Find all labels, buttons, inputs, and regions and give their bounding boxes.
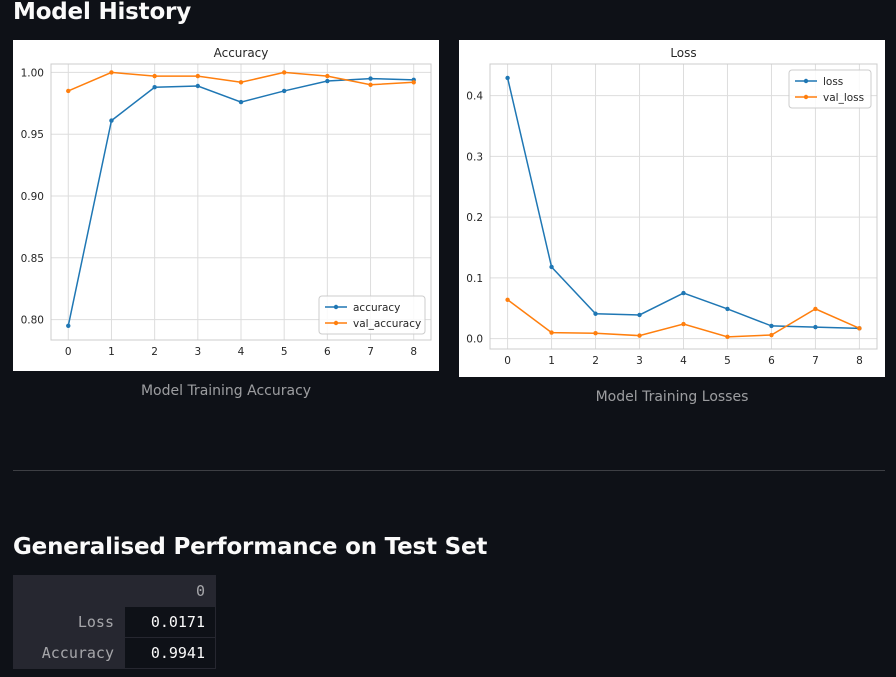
accuracy-chart-caption: Model Training Accuracy: [140, 383, 312, 399]
data-point: [813, 306, 818, 312]
y-tick-label: 0.90: [21, 191, 44, 203]
y-tick-label: 0.3: [466, 151, 483, 163]
accuracy-chart-svg: 0 1 2 3 4 5 6 7 8 0.80 0.85 0.90 0.95 1.00 Accuracy acc…: [21, 46, 432, 358]
data-point: [325, 78, 330, 84]
x-tick-label: 3: [194, 346, 201, 358]
x-tick-label: 6: [768, 355, 775, 367]
x-tick-label: 2: [151, 346, 158, 358]
legend-label: loss: [823, 76, 843, 88]
test-performance-title: Generalised Performance on Test Set: [13, 534, 488, 560]
data-point: [725, 334, 730, 340]
data-point: [505, 75, 510, 81]
data-point: [813, 324, 818, 330]
section-divider: [13, 470, 885, 471]
data-point: [725, 306, 730, 312]
legend-label: val_loss: [823, 92, 864, 104]
legend-label: accuracy: [353, 302, 400, 314]
x-tick-label: 7: [367, 346, 374, 358]
data-point: [152, 73, 157, 79]
x-tick-label: 6: [324, 346, 331, 358]
data-point: [238, 80, 244, 85]
data-point: [66, 88, 71, 94]
data-point: [195, 73, 201, 79]
data-point: [368, 82, 373, 87]
legend-label: val_accuracy: [353, 318, 421, 330]
legend-marker: [333, 320, 339, 326]
table-row: Accuracy 0.9941: [13, 637, 216, 669]
y-tick-label: 0.80: [21, 315, 44, 327]
loss-chart: 0 1 2 3 4 5 6 7 8 0.0 0.1 0.2 0.3 0.4 Loss loss val_loss: [459, 40, 885, 377]
y-tick-label: 0.95: [21, 129, 44, 141]
test-performance-table: 0 Loss 0.0171 Accuracy 0.9941: [13, 575, 216, 669]
data-point: [769, 332, 774, 338]
row-label-accuracy: Accuracy: [13, 637, 125, 669]
data-point: [769, 323, 774, 329]
table-corner-cell: [13, 575, 125, 607]
y-tick-label: 0.85: [21, 253, 44, 265]
data-point: [593, 331, 598, 336]
x-tick-label: 4: [680, 355, 687, 367]
y-tick-label: 0.4: [466, 91, 483, 103]
chart-legend: loss val_loss: [788, 69, 872, 109]
y-tick-label: 0.0: [466, 334, 483, 346]
row-label-loss: Loss: [13, 606, 125, 638]
table-row: Loss 0.0171: [13, 606, 216, 638]
data-point: [549, 264, 554, 270]
data-point: [681, 290, 686, 296]
data-point: [637, 333, 642, 338]
data-point: [238, 99, 244, 105]
data-point: [109, 118, 114, 123]
legend-marker: [803, 94, 809, 100]
y-tick-label: 1.00: [21, 67, 44, 79]
x-tick-label: 8: [410, 346, 417, 358]
data-point: [152, 85, 157, 90]
row-value-accuracy: 0.9941: [124, 637, 216, 669]
legend-marker: [333, 304, 339, 310]
model-history-title: Model History: [13, 0, 191, 25]
data-point: [681, 321, 686, 327]
data-point: [281, 70, 287, 75]
y-tick-label: 0.2: [466, 212, 483, 224]
chart-title: Loss: [670, 46, 696, 60]
data-point: [109, 70, 114, 75]
x-tick-label: 0: [504, 355, 511, 367]
x-tick-label: 5: [281, 346, 288, 358]
data-point: [505, 297, 510, 302]
data-point: [195, 83, 201, 89]
x-tick-label: 1: [108, 346, 115, 358]
data-point: [281, 88, 287, 94]
data-point: [857, 326, 862, 331]
x-tick-label: 5: [724, 355, 731, 367]
loss-chart-caption: Model Training Losses: [595, 389, 749, 405]
data-point: [549, 330, 554, 335]
row-value-loss: 0.0171: [124, 606, 216, 638]
x-tick-label: 3: [636, 355, 643, 367]
y-tick-label: 0.1: [466, 273, 483, 285]
column-header: 0: [124, 575, 216, 607]
data-point: [411, 80, 416, 85]
x-tick-label: 7: [812, 355, 819, 367]
chart-legend: accuracy val_accuracy: [318, 295, 426, 335]
accuracy-chart: 0 1 2 3 4 5 6 7 8 0.80 0.85 0.90 0.95 1.00 Accuracy acc…: [13, 40, 439, 371]
chart-title: Accuracy: [214, 46, 269, 60]
table-header-row: 0: [13, 575, 216, 607]
x-tick-label: 4: [238, 346, 245, 358]
x-tick-label: 8: [856, 355, 863, 367]
data-point: [637, 312, 642, 318]
data-point: [368, 76, 373, 81]
x-tick-label: 0: [65, 346, 72, 358]
legend-marker: [803, 78, 809, 84]
data-point: [325, 73, 330, 79]
loss-chart-svg: 0 1 2 3 4 5 6 7 8 0.0 0.1 0.2 0.3 0.4 Loss loss val_loss: [466, 46, 878, 367]
data-point: [593, 311, 598, 316]
x-tick-label: 2: [592, 355, 599, 367]
x-tick-label: 1: [548, 355, 555, 367]
data-point: [66, 323, 71, 328]
